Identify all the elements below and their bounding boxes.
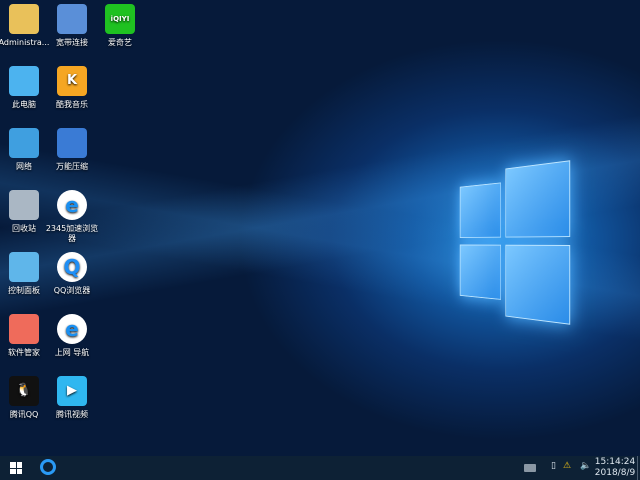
desktop-icon[interactable]: iQIYI 爱奇艺 bbox=[90, 4, 150, 48]
desktop-icon-label: 腾讯视频 bbox=[56, 410, 88, 419]
network-warning-icon[interactable]: ⚠ bbox=[563, 461, 571, 471]
windows-start-icon[interactable] bbox=[10, 462, 22, 474]
browser-2345-icon: e bbox=[57, 190, 87, 220]
desktop-icon[interactable]: Q QQ浏览器 bbox=[42, 252, 102, 296]
computer-icon bbox=[9, 66, 39, 96]
desktop-icon-label: 上网 导航 bbox=[54, 348, 90, 357]
desktop-icon-label: 2345加速浏览器 bbox=[45, 224, 99, 243]
software-manager-icon bbox=[9, 314, 39, 344]
clock-date: 2018/8/9 bbox=[594, 468, 636, 478]
network-icon bbox=[9, 128, 39, 158]
usb-device-icon[interactable]: ▯ bbox=[551, 461, 556, 471]
kuwo-music-icon: K bbox=[57, 66, 87, 96]
clock-time: 15:14:24 bbox=[594, 457, 636, 467]
ie-navigation-icon: e bbox=[57, 314, 87, 344]
windows-logo-wallpaper bbox=[459, 155, 572, 330]
desktop-icon[interactable]: e 上网 导航 bbox=[42, 314, 102, 358]
iqiyi-icon: iQIYI bbox=[105, 4, 135, 34]
qq-browser-icon: Q bbox=[57, 252, 87, 282]
show-desktop-button[interactable] bbox=[637, 456, 638, 480]
taskbar: ▯ ⚠ 🔈 15:14:24 2018/8/9 bbox=[0, 456, 640, 480]
tencent-video-icon: ▶ bbox=[57, 376, 87, 406]
recycle-bin-icon bbox=[9, 190, 39, 220]
user-folder-icon bbox=[9, 4, 39, 34]
qq-browser-taskbar-icon[interactable] bbox=[40, 459, 56, 475]
desktop-icon[interactable]: K 酷我音乐 bbox=[42, 66, 102, 110]
archive-icon bbox=[57, 128, 87, 158]
clock[interactable]: 15:14:24 2018/8/9 bbox=[594, 457, 636, 479]
desktop-icon[interactable]: ▶ 腾讯视频 bbox=[42, 376, 102, 420]
volume-icon[interactable]: 🔈 bbox=[580, 461, 591, 471]
desktop-icon-label: QQ浏览器 bbox=[53, 286, 91, 295]
keyboard-icon[interactable] bbox=[524, 464, 536, 472]
desktop-icon[interactable]: 万能压缩 bbox=[42, 128, 102, 172]
desktop-icon-label: 酷我音乐 bbox=[56, 100, 88, 109]
desktop-icon-label: 万能压缩 bbox=[56, 162, 88, 171]
qq-penguin-icon: 🐧 bbox=[9, 376, 39, 406]
desktop-icon-label: 爱奇艺 bbox=[108, 38, 132, 47]
network-connection-icon bbox=[57, 4, 87, 34]
control-panel-icon bbox=[9, 252, 39, 282]
desktop-icon[interactable]: e 2345加速浏览器 bbox=[42, 190, 102, 244]
